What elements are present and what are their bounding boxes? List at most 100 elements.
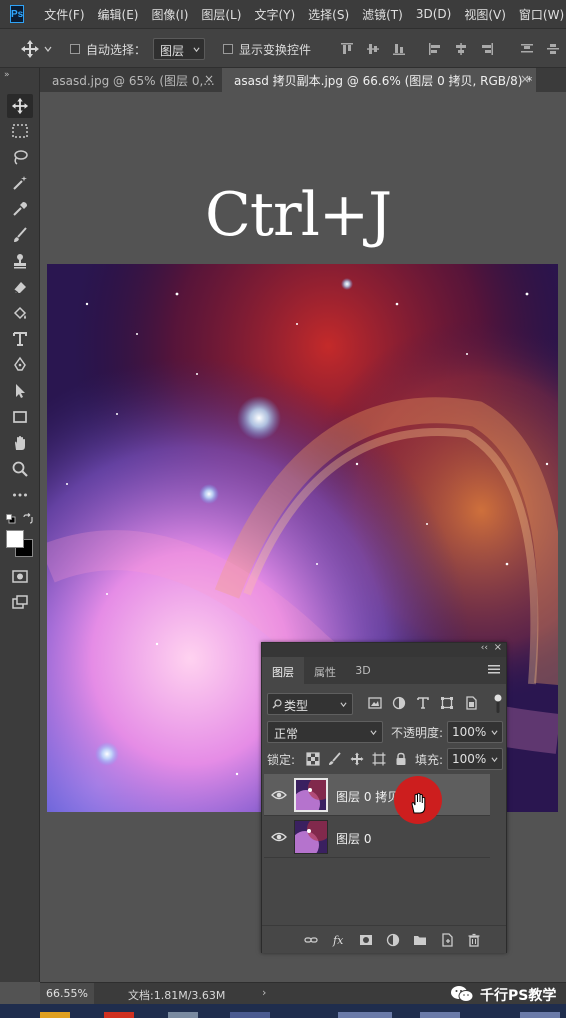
taskbar-app-button[interactable] <box>168 1012 198 1018</box>
collapse-icon[interactable]: » <box>4 70 10 80</box>
menu-select[interactable]: 选择(S) <box>308 6 349 23</box>
tab-properties[interactable]: 属性 <box>306 657 344 684</box>
taskbar-app-button[interactable] <box>338 1012 392 1018</box>
shape-filter-icon[interactable] <box>440 696 454 710</box>
link-layers-icon[interactable] <box>304 933 318 947</box>
layer-row-copy[interactable]: 图层 0 拷贝 <box>264 774 490 816</box>
fill-field[interactable]: 100% <box>447 748 503 770</box>
lock-position-icon[interactable] <box>350 752 364 766</box>
taskbar-app-button[interactable] <box>520 1012 560 1018</box>
lock-artboard-icon[interactable] <box>372 752 386 766</box>
pen-tool-icon[interactable] <box>10 355 30 375</box>
opacity-field[interactable]: 100% <box>447 721 503 743</box>
layer-filter-dropdown[interactable]: 类型 <box>267 693 353 715</box>
blend-mode-value: 正常 <box>274 727 299 741</box>
collapse-icon[interactable]: ‹‹ <box>481 643 488 653</box>
eye-icon[interactable] <box>271 788 287 802</box>
rectangle-tool-icon[interactable] <box>10 407 30 427</box>
menu-3d[interactable]: 3D(D) <box>416 7 451 21</box>
lock-label: 锁定: <box>267 753 296 767</box>
adjustment-layer-icon[interactable] <box>386 933 400 947</box>
menu-filter[interactable]: 滤镜(T) <box>362 6 403 23</box>
tab-asasd-jpg[interactable]: asasd.jpg @ 65% (图层 0,... <box>40 68 222 92</box>
path-select-icon[interactable] <box>10 381 30 401</box>
auto-select-dropdown[interactable]: 图层 <box>153 38 205 60</box>
menu-image[interactable]: 图像(I) <box>151 6 188 23</box>
menu-file[interactable]: 文件(F) <box>44 6 84 23</box>
tab-layers[interactable]: 图层 <box>262 657 304 684</box>
layer-thumbnail[interactable] <box>294 778 328 812</box>
chevron-down-icon[interactable] <box>44 45 52 53</box>
foreground-color-swatch[interactable] <box>6 530 24 548</box>
magic-wand-icon[interactable] <box>10 173 30 193</box>
taskbar-app-button[interactable] <box>40 1012 70 1018</box>
image-filter-icon[interactable] <box>368 696 382 710</box>
align-bottom-icon[interactable] <box>392 42 406 56</box>
auto-select-checkbox[interactable] <box>70 44 80 54</box>
eye-icon[interactable] <box>271 830 287 844</box>
new-layer-icon[interactable] <box>440 933 454 947</box>
close-icon[interactable]: × <box>494 642 502 653</box>
adjustment-filter-icon[interactable] <box>392 696 406 710</box>
more-tools-icon[interactable] <box>10 485 30 505</box>
menu-layer[interactable]: 图层(L) <box>201 6 241 23</box>
menu-edit[interactable]: 编辑(E) <box>98 6 139 23</box>
close-icon[interactable]: × <box>204 72 214 86</box>
chevron-right-icon[interactable]: › <box>262 986 266 999</box>
distribute-vcenter-icon[interactable] <box>546 42 560 56</box>
delete-layer-icon[interactable] <box>467 933 481 947</box>
layers-panel: ‹‹ × 图层 属性 3D 类型 正常 不透明度: 100% 锁定: 填充: 1… <box>261 642 507 953</box>
align-right-icon[interactable] <box>480 42 494 56</box>
align-left-icon[interactable] <box>428 42 442 56</box>
marquee-tool-icon[interactable] <box>10 121 30 141</box>
stamp-icon[interactable] <box>10 251 30 271</box>
align-hcenter-icon[interactable] <box>454 42 468 56</box>
layer-name[interactable]: 图层 0 <box>336 830 371 847</box>
show-transform-checkbox[interactable] <box>223 44 233 54</box>
blend-mode-dropdown[interactable]: 正常 <box>267 721 383 743</box>
align-top-icon[interactable] <box>340 42 354 56</box>
layer-row-original[interactable]: 图层 0 <box>264 816 490 858</box>
hand-tool-icon[interactable] <box>10 433 30 453</box>
layer-thumbnail[interactable] <box>294 820 328 854</box>
type-filter-icon[interactable] <box>416 696 430 710</box>
zoom-tool-icon[interactable] <box>10 459 30 479</box>
screen-mode-icon[interactable] <box>10 592 30 612</box>
lasso-tool-icon[interactable] <box>10 147 30 167</box>
quick-mask-icon[interactable] <box>10 566 30 586</box>
close-icon[interactable]: × <box>520 72 530 86</box>
panel-header[interactable]: ‹‹ × <box>262 642 506 657</box>
tab-3d[interactable]: 3D <box>346 657 380 684</box>
smart-object-filter-icon[interactable] <box>464 696 478 710</box>
taskbar-app-button[interactable] <box>420 1012 460 1018</box>
eyedropper-icon[interactable] <box>10 199 30 219</box>
move-tool-icon[interactable] <box>7 94 33 118</box>
lock-all-icon[interactable] <box>394 752 408 766</box>
photoshop-logo-icon[interactable]: Ps <box>10 5 25 23</box>
lock-transparency-icon[interactable] <box>306 752 320 766</box>
align-vcenter-icon[interactable] <box>366 42 380 56</box>
taskbar-app-button[interactable] <box>104 1012 134 1018</box>
menu-type[interactable]: 文字(Y) <box>254 6 295 23</box>
panel-menu-icon[interactable] <box>488 664 500 674</box>
fx-icon[interactable]: fx <box>332 933 346 947</box>
menu-view[interactable]: 视图(V) <box>464 6 506 23</box>
paint-bucket-icon[interactable] <box>10 303 30 323</box>
layer-name[interactable]: 图层 0 拷贝 <box>336 788 399 805</box>
lock-pixels-icon[interactable] <box>328 752 342 766</box>
group-folder-icon[interactable] <box>413 933 427 947</box>
move-icon[interactable] <box>20 39 40 59</box>
taskbar-app-button[interactable] <box>230 1012 270 1018</box>
zoom-level-field[interactable]: 66.55% <box>40 983 94 1005</box>
type-tool-icon[interactable] <box>10 329 30 349</box>
menu-window[interactable]: 窗口(W) <box>519 6 564 23</box>
eraser-icon[interactable] <box>10 277 30 297</box>
default-colors-icon[interactable] <box>6 514 16 524</box>
swap-colors-icon[interactable] <box>22 513 34 525</box>
auto-select-label: 自动选择： <box>86 43 147 57</box>
filter-toggle-switch[interactable] <box>494 693 502 715</box>
brush-icon[interactable] <box>10 225 30 245</box>
layer-mask-icon[interactable] <box>359 933 373 947</box>
distribute-top-icon[interactable] <box>520 42 534 56</box>
tab-asasd-copy[interactable]: asasd 拷贝副本.jpg @ 66.6% (图层 0 拷贝, RGB/8) … <box>222 68 536 92</box>
